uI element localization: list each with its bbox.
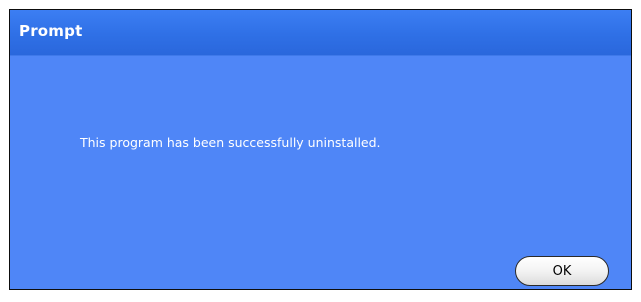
dialog-message: This program has been successfully unins… bbox=[80, 135, 381, 150]
dialog-title: Prompt bbox=[19, 22, 83, 40]
dialog-title-bar: Prompt bbox=[10, 10, 631, 56]
ok-button[interactable]: OK bbox=[515, 256, 609, 286]
prompt-dialog: Prompt This program has been successfull… bbox=[9, 9, 632, 290]
